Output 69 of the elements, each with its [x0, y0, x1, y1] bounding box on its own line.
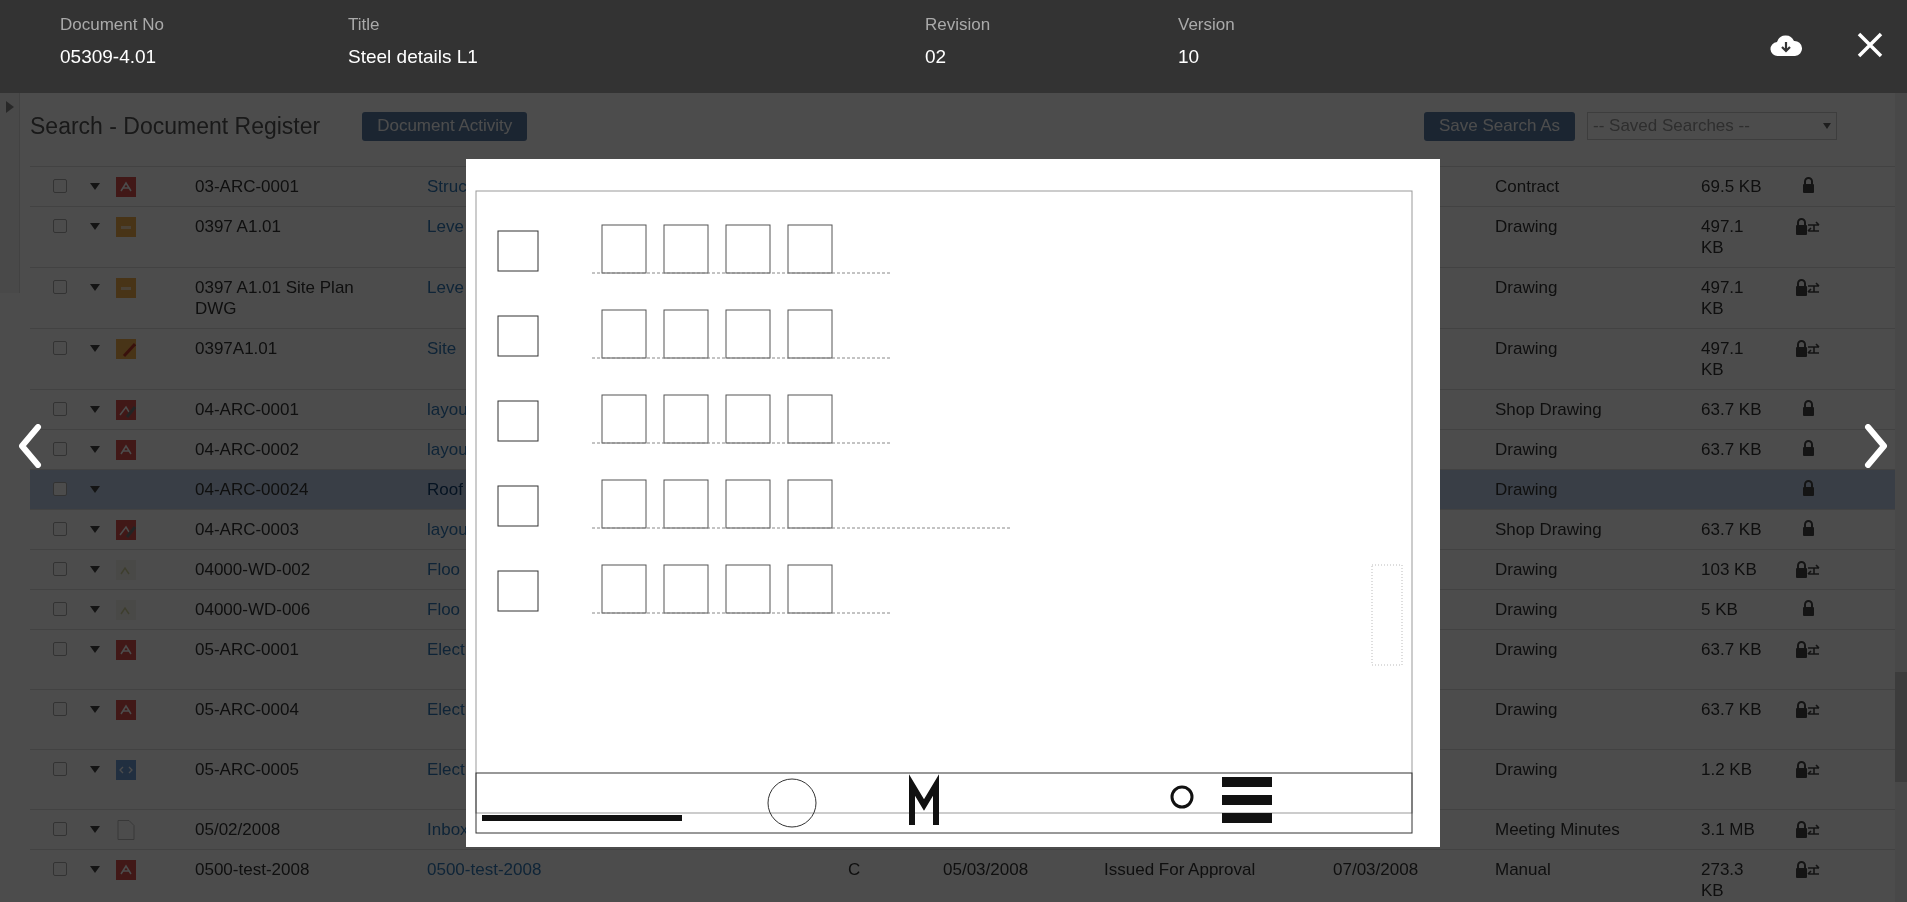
- document-title-link[interactable]: Elect: [427, 760, 465, 779]
- file-size: 1.2 KB: [1701, 759, 1754, 780]
- document-title-link[interactable]: 0500-test-2008: [427, 860, 542, 879]
- close-icon: [1857, 32, 1883, 58]
- document-number: 04000-WD-002: [195, 559, 311, 580]
- file-size: 497.1 KB: [1701, 277, 1745, 319]
- date-text: 07/03/2008: [1333, 860, 1419, 879]
- document-number: 0397A1.01: [195, 338, 278, 359]
- document-number: 05-ARC-0005: [195, 759, 299, 780]
- document-number: 05-ARC-0001: [195, 639, 299, 660]
- file-size: 497.1 KB: [1701, 338, 1745, 380]
- document-type: Meeting Minutes: [1495, 820, 1620, 839]
- document-title-link[interactable]: Site: [427, 339, 457, 358]
- document-type: Shop Drawing: [1495, 520, 1602, 539]
- document-title-link[interactable]: Floo: [427, 600, 461, 619]
- document-number: 0397 A1.01 Site Plan DWG: [195, 277, 355, 319]
- document-type: Drawing: [1495, 217, 1558, 236]
- document-type: Shop Drawing: [1495, 400, 1602, 419]
- file-size: 63.7 KB: [1701, 699, 1763, 720]
- file-size: 63.7 KB: [1701, 439, 1763, 460]
- document-number: 05-ARC-0004: [195, 699, 299, 720]
- field-value: 02: [925, 46, 948, 68]
- document-type: Drawing: [1495, 339, 1558, 358]
- file-size: 273.3 KB: [1701, 859, 1745, 901]
- field-label: Version: [1178, 15, 1236, 35]
- file-size: 5 KB: [1701, 599, 1739, 620]
- document-number: 04-ARC-0001: [195, 399, 299, 420]
- document-title-link[interactable]: Struc: [427, 177, 467, 196]
- field-label: Revision: [925, 15, 992, 35]
- document-type: Drawing: [1495, 560, 1558, 579]
- document-title-link[interactable]: Elect: [427, 700, 465, 719]
- file-size: 63.7 KB: [1701, 639, 1763, 660]
- chevron-right-icon: [1864, 424, 1888, 468]
- file-size: 69.5 KB: [1701, 176, 1763, 197]
- document-number: 0397 A1.01: [195, 216, 282, 237]
- revision-text: C: [848, 860, 861, 879]
- document-type: Manual: [1495, 860, 1551, 879]
- document-number: 05/02/2008: [195, 819, 281, 840]
- field-value: Steel details L1: [348, 46, 479, 68]
- document-number: 03-ARC-0001: [195, 176, 299, 197]
- file-size: 63.7 KB: [1701, 519, 1763, 540]
- document-type: Drawing: [1495, 278, 1558, 297]
- document-title-link[interactable]: Leve: [427, 217, 464, 236]
- chevron-left-icon: [18, 424, 42, 468]
- document-number: 0500-test-2008: [195, 859, 310, 880]
- document-number: 04-ARC-0002: [195, 439, 299, 460]
- field-label: Title: [348, 15, 381, 35]
- field-value: 05309-4.01: [60, 46, 158, 68]
- status-text: Issued For Approval: [1104, 860, 1256, 879]
- field-value: 10: [1178, 46, 1201, 68]
- date-text: 05/03/2008: [943, 860, 1029, 879]
- file-size: 63.7 KB: [1701, 399, 1763, 420]
- document-type: Drawing: [1495, 640, 1558, 659]
- document-title-link[interactable]: Leve: [427, 278, 464, 297]
- document-type: Drawing: [1495, 440, 1558, 459]
- document-type: Contract: [1495, 177, 1560, 196]
- document-number: 04-ARC-0003: [195, 519, 299, 540]
- document-title-link[interactable]: Floo: [427, 560, 461, 579]
- document-type: Drawing: [1495, 700, 1558, 719]
- document-type: Drawing: [1495, 760, 1558, 779]
- file-size: 103 KB: [1701, 559, 1758, 580]
- close-button[interactable]: [1855, 30, 1885, 60]
- file-size: 3.1 MB: [1701, 819, 1756, 840]
- field-label: Document No: [60, 15, 165, 35]
- document-type: Drawing: [1495, 600, 1558, 619]
- document-number: 04000-WD-006: [195, 599, 311, 620]
- cloud-download-icon: [1770, 33, 1802, 57]
- document-title-link[interactable]: Elect: [427, 640, 465, 659]
- file-size: 497.1 KB: [1701, 216, 1745, 258]
